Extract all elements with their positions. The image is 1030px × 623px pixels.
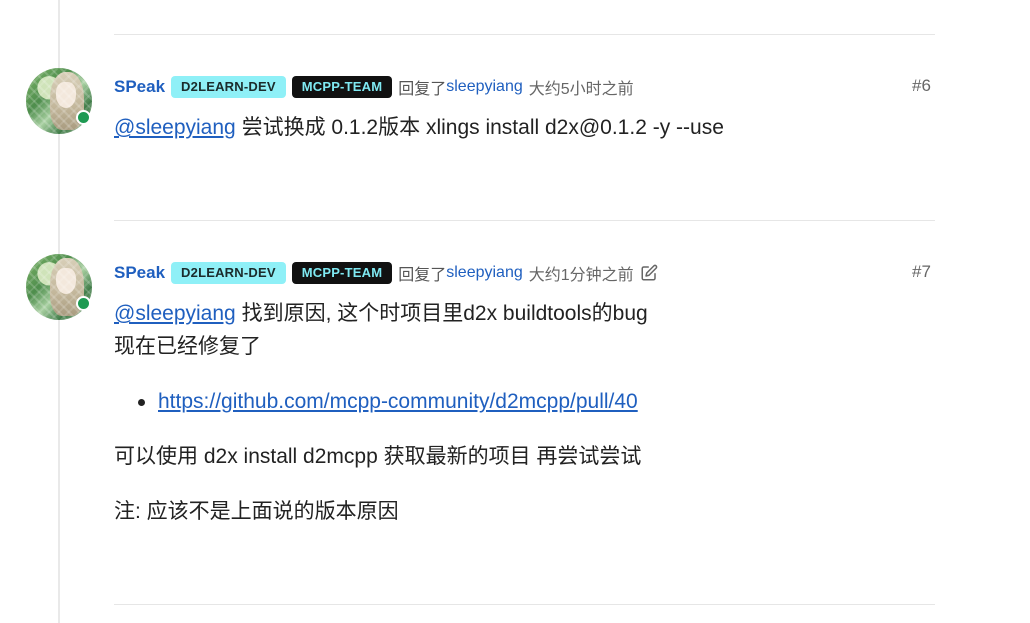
post-text: 尝试换成 0.1.2版本 xlings install d2x@0.1.2 -y… xyxy=(235,116,724,139)
mention-link[interactable]: @sleepyiang xyxy=(114,302,236,325)
post-meta: SPeak D2LEARN-DEV MCPP-TEAM 回复了 sleepyia… xyxy=(114,75,634,99)
post-text: 找到原因, 这个时项目里d2x buildtools的bug xyxy=(235,302,648,325)
username[interactable]: SPeak xyxy=(114,77,165,97)
post-body-line-2: 现在已经修复了 xyxy=(114,335,261,358)
reply-prefix: 回复了 xyxy=(398,267,447,284)
online-status-dot xyxy=(76,110,91,125)
post-time[interactable]: 大约5小时之前 xyxy=(529,75,634,99)
post-meta: SPeak D2LEARN-DEV MCPP-TEAM 回复了 sleepyia… xyxy=(114,261,658,285)
post-paragraph: 可以使用 d2x install d2mcpp 获取最新的项目 再尝试尝试 xyxy=(114,445,642,468)
post-note: 注: 应该不是上面说的版本原因 xyxy=(114,500,399,523)
edit-icon[interactable] xyxy=(640,264,658,282)
online-status-dot xyxy=(76,296,91,311)
reply-to-user[interactable]: sleepyiang xyxy=(446,78,523,96)
badge-d2learn-dev[interactable]: D2LEARN-DEV xyxy=(171,76,286,98)
badge-d2learn-dev[interactable]: D2LEARN-DEV xyxy=(171,262,286,284)
mention-link[interactable]: @sleepyiang xyxy=(114,116,236,139)
post-divider xyxy=(114,220,935,221)
post-divider xyxy=(114,34,935,35)
reply-prefix: 回复了 xyxy=(398,81,447,98)
pull-request-link[interactable]: https://github.com/mcpp-community/d2mcpp… xyxy=(158,390,638,413)
list-bullet xyxy=(138,399,145,406)
post-body: @sleepyiang 尝试换成 0.1.2版本 xlings install … xyxy=(114,111,724,144)
post-body-line-1: @sleepyiang 找到原因, 这个时项目里d2x buildtools的b… xyxy=(114,297,648,330)
post-divider xyxy=(114,604,935,605)
post-number[interactable]: #7 xyxy=(912,262,931,282)
badge-mcpp-team[interactable]: MCPP-TEAM xyxy=(291,76,393,98)
list-item: https://github.com/mcpp-community/d2mcpp… xyxy=(158,385,638,418)
reply-to-user[interactable]: sleepyiang xyxy=(446,264,523,282)
username[interactable]: SPeak xyxy=(114,263,165,283)
badge-mcpp-team[interactable]: MCPP-TEAM xyxy=(291,262,393,284)
post-time[interactable]: 大约1分钟之前 xyxy=(529,261,634,285)
post-number[interactable]: #6 xyxy=(912,76,931,96)
